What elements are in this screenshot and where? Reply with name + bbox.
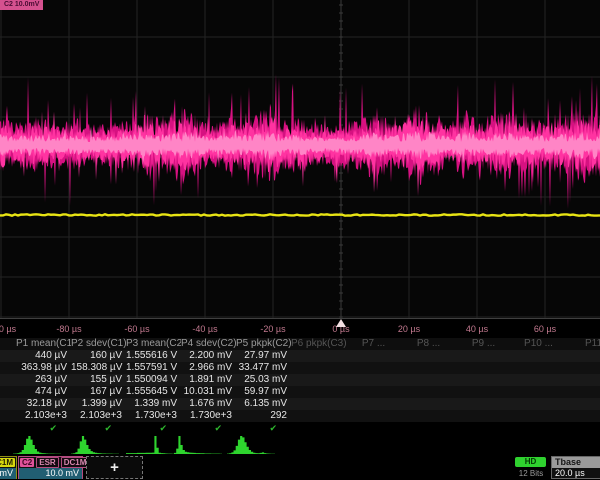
- param-value: 25.03 mV: [236, 374, 291, 386]
- param-value: 2.103e+3: [71, 410, 126, 422]
- channel-c2-descriptor[interactable]: C2 ESR DC1M 10.0 mV: [18, 456, 83, 479]
- param-value: 33.477 mV: [236, 362, 291, 374]
- timebase-title: Tbase: [552, 457, 600, 468]
- histicon[interactable]: [71, 433, 119, 455]
- histicon[interactable]: [13, 433, 61, 455]
- time-axis-label: -20 µs: [260, 324, 285, 334]
- param-value: 1.730e+3: [181, 410, 236, 422]
- waveform-grid[interactable]: C2 10.0mV: [0, 0, 600, 319]
- param-value: 440 µV: [16, 350, 71, 362]
- param-value: 167 µV: [71, 386, 126, 398]
- parameter-histicons: [0, 432, 600, 456]
- param-value: 1.555616 V: [126, 350, 181, 362]
- measurement-table: P1 mean(C1)P2 sdev(C1)P3 mean(C2)P4 sdev…: [0, 338, 600, 434]
- param-header[interactable]: P11: [566, 338, 600, 350]
- param-value: 1.339 mV: [126, 398, 181, 410]
- param-value: 292: [236, 410, 291, 422]
- hd-mode-badge[interactable]: HD: [515, 457, 546, 467]
- param-value: 263 µV: [16, 374, 71, 386]
- param-value: 27.97 mV: [236, 350, 291, 362]
- c2-volts-per-div: 10.0 mV: [19, 468, 82, 479]
- param-header[interactable]: P10 ...: [511, 338, 566, 350]
- c2-channel-badge: C2: [20, 458, 34, 467]
- param-value: 32.18 µV: [16, 398, 71, 410]
- param-header[interactable]: P7 ...: [346, 338, 401, 350]
- param-header[interactable]: P3 mean(C2): [126, 338, 181, 350]
- time-axis-label: -100 µs: [0, 324, 16, 334]
- param-value: 363.98 µV: [16, 362, 71, 374]
- param-header[interactable]: P1 mean(C1): [16, 338, 71, 350]
- timebase-value: 20.0 µs: [552, 468, 600, 479]
- param-value: 2.966 mV: [181, 362, 236, 374]
- time-axis: -100 µs-80 µs-60 µs-40 µs-20 µs0 µs20 µs…: [0, 319, 600, 338]
- param-value: 155 µV: [71, 374, 126, 386]
- time-axis-label: 40 µs: [466, 324, 488, 334]
- oscilloscope-screen: C2 10.0mV -100 µs -80 µs -60 µs -40 µs -20 µ…: [0, 0, 600, 480]
- time-axis-label: -80 µs: [56, 324, 81, 334]
- time-axis-label: 60 µs: [534, 324, 556, 334]
- param-value: 1.399 µV: [71, 398, 126, 410]
- add-trace-button[interactable]: +: [86, 456, 143, 479]
- param-value: 2.200 mV: [181, 350, 236, 362]
- param-value: 1.550094 V: [126, 374, 181, 386]
- channel-c1-descriptor[interactable]: DC1M 10.0 mV: [0, 456, 17, 479]
- param-value: 160 µV: [71, 350, 126, 362]
- timebase-descriptor[interactable]: Tbase 20.0 µs: [551, 456, 600, 479]
- param-header[interactable]: P4 sdev(C2): [181, 338, 236, 350]
- param-header[interactable]: P5 pkpk(C2): [236, 338, 291, 350]
- waveform-plot: [0, 0, 600, 318]
- c2-esr-badge: ESR: [36, 457, 58, 468]
- param-value: 59.97 mV: [236, 386, 291, 398]
- param-header[interactable]: P8 ...: [401, 338, 456, 350]
- param-value: 6.135 mV: [236, 398, 291, 410]
- c1-coupling-badge: DC1M: [0, 458, 15, 467]
- param-value: 1.555645 V: [126, 386, 181, 398]
- time-axis-label: -60 µs: [124, 324, 149, 334]
- time-axis-label: 20 µs: [398, 324, 420, 334]
- trigger-position-marker[interactable]: [336, 319, 346, 327]
- descriptor-bar: DC1M 10.0 mV C2 ESR DC1M 10.0 mV + HD 12…: [0, 456, 600, 480]
- param-header[interactable]: P9 ...: [456, 338, 511, 350]
- param-header[interactable]: P2 sdev(C1): [71, 338, 126, 350]
- param-value: 1.730e+3: [126, 410, 181, 422]
- param-value: 158.308 µV: [71, 362, 126, 374]
- histicon[interactable]: [227, 433, 275, 455]
- param-value: 474 µV: [16, 386, 71, 398]
- histicon[interactable]: [174, 433, 222, 455]
- time-axis-label: -40 µs: [192, 324, 217, 334]
- trace-mini-label: C2 10.0mV: [0, 0, 43, 10]
- param-header[interactable]: P6 pkpk(C3): [291, 338, 346, 350]
- param-value: 10.031 mV: [181, 386, 236, 398]
- param-value: 1.557591 V: [126, 362, 181, 374]
- c1-volts-per-div: 10.0 mV: [0, 468, 16, 479]
- hd-bits-label: 12 Bits: [511, 469, 551, 478]
- histicon[interactable]: [126, 433, 174, 455]
- param-value: 1.891 mV: [181, 374, 236, 386]
- param-value: 2.103e+3: [16, 410, 71, 422]
- param-value: 1.676 mV: [181, 398, 236, 410]
